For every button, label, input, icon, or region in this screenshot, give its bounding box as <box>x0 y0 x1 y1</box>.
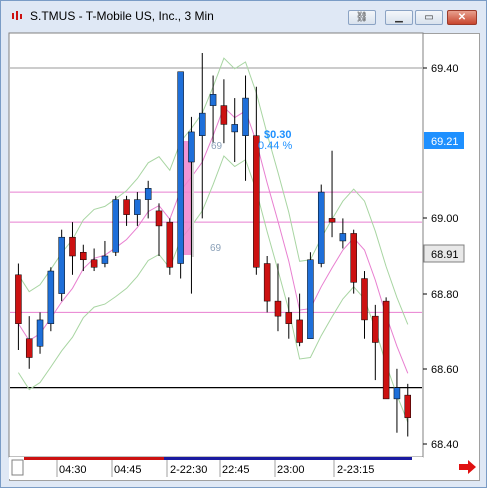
candle-body[interactable] <box>263 263 271 302</box>
candle-body[interactable] <box>36 319 44 347</box>
candle-body[interactable] <box>166 221 174 268</box>
time-label: 04:30 <box>59 464 87 476</box>
candle-body[interactable] <box>47 270 55 324</box>
time-label: 04:45 <box>114 464 142 476</box>
time-label: 2-22:30 <box>170 464 207 476</box>
price-tick: 69.00 <box>431 213 459 225</box>
candle-body[interactable] <box>101 255 109 264</box>
candle-body[interactable] <box>242 97 249 136</box>
time-label: 22:45 <box>222 464 250 476</box>
candle-body[interactable] <box>144 188 152 200</box>
price-tick: 68.60 <box>431 364 459 376</box>
candle-body[interactable] <box>69 236 76 257</box>
percent-change-label: 0.44 % <box>258 140 292 152</box>
candle-body[interactable] <box>253 135 260 268</box>
price-tick: 69.40 <box>431 63 459 75</box>
time-label: 23:00 <box>277 464 305 476</box>
candle-body[interactable] <box>307 259 314 339</box>
candle-body[interactable] <box>317 191 325 264</box>
price-tick: 68.80 <box>431 289 459 301</box>
bar-count-top: 69 <box>211 141 223 152</box>
candle-body[interactable] <box>404 394 412 418</box>
candle-body[interactable] <box>350 233 357 283</box>
candle-body[interactable] <box>393 387 401 400</box>
candle-body[interactable] <box>382 300 390 400</box>
candle-body[interactable] <box>274 300 282 317</box>
candle-body[interactable] <box>220 105 228 125</box>
candle-body[interactable] <box>231 124 238 133</box>
candle-body[interactable] <box>155 210 163 227</box>
candle-body[interactable] <box>90 259 98 268</box>
candle-body[interactable] <box>209 94 217 106</box>
candle-body[interactable] <box>285 312 293 324</box>
candle-body[interactable] <box>177 71 184 264</box>
candle-body[interactable] <box>339 233 347 242</box>
time-axis-checkbox[interactable] <box>11 459 24 476</box>
candle-body[interactable] <box>123 199 130 215</box>
scroll-right-icon[interactable] <box>459 460 476 474</box>
price-chart[interactable]: $0.30 0.44 % 69 69 69.40 69.00 68.80 68.… <box>0 0 487 488</box>
candle-body[interactable] <box>188 131 195 163</box>
candle-body[interactable] <box>25 338 33 358</box>
time-label: 2-23:15 <box>337 464 374 476</box>
last-price-marker-label: 69.21 <box>431 136 459 148</box>
bar-count-bottom: 69 <box>210 243 222 254</box>
candle-body[interactable] <box>296 319 303 343</box>
candle-body[interactable] <box>15 274 22 324</box>
price-tick: 68.40 <box>431 439 459 451</box>
session-bar-blue <box>164 457 412 460</box>
candle-body[interactable] <box>372 315 379 343</box>
candle-body[interactable] <box>199 112 206 136</box>
candle-body[interactable] <box>328 218 336 223</box>
candle-body[interactable] <box>112 199 119 253</box>
session-bar-red <box>24 457 164 460</box>
cursor-price-marker-label: 68.91 <box>431 249 459 261</box>
candle-body[interactable] <box>134 199 141 215</box>
candle-body[interactable] <box>361 278 368 321</box>
candle-body[interactable] <box>58 236 65 294</box>
candle-body[interactable] <box>80 251 87 261</box>
